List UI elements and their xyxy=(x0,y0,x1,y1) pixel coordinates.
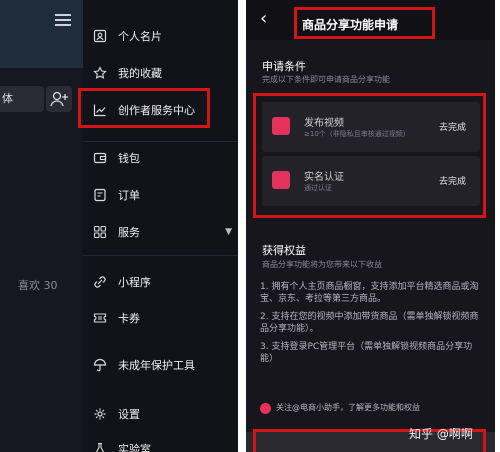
menu-item-label: 我的收藏 xyxy=(118,67,162,80)
left-app-panel: 体 喜欢 30 个人名片 我的收藏 创作者服务中心 钱包 订单 服务 ▼ 小程序… xyxy=(0,0,238,452)
menu-item-label: 个人名片 xyxy=(118,30,162,43)
conditions-subheading: 完成以下条件即可申请商品分享功能 xyxy=(262,75,390,84)
checkbox-checked[interactable] xyxy=(260,403,271,414)
follow-link[interactable]: 关注@电商小助手，了解更多功能和权益 xyxy=(276,402,420,413)
conditions-heading: 申请条件 xyxy=(262,60,306,73)
side-menu: 个人名片 我的收藏 创作者服务中心 xyxy=(83,0,238,452)
benefits-heading: 获得权益 xyxy=(262,244,306,257)
highlight-box-creator-center xyxy=(78,88,210,128)
likes-count[interactable]: 喜欢 30 xyxy=(18,277,58,293)
add-friend-icon[interactable] xyxy=(46,86,72,112)
benefit-item: 1. 拥有个人主页商品橱窗，支持添加平台精选商品或淘宝、京东、考拉等第三方商品。 xyxy=(260,282,479,304)
benefit-item: 2. 支持在您的视频中添加带货商品（需单独解锁视频商品分享功能）。 xyxy=(260,312,479,334)
menu-icon[interactable] xyxy=(55,14,71,28)
profile-field-text: 体 xyxy=(2,92,13,105)
menu-divider xyxy=(83,141,238,142)
profile-field: 体 xyxy=(0,86,44,112)
highlight-box-title xyxy=(294,7,435,39)
id-card-icon xyxy=(92,28,108,44)
right-app-panel: ‹ 商品分享功能申请 申请条件 完成以下条件即可申请商品分享功能 发布视频 ≥1… xyxy=(246,0,495,452)
star-icon xyxy=(92,65,108,81)
highlight-box-conditions xyxy=(253,93,486,218)
benefits-subheading: 商品分享功能将为您带来以下收益 xyxy=(262,260,382,269)
watermark: 知乎 @啊啊 xyxy=(409,427,473,441)
menu-item-favorites[interactable]: 我的收藏 xyxy=(83,58,238,88)
menu-item-business-card[interactable]: 个人名片 xyxy=(83,21,238,51)
profile-cover xyxy=(0,0,83,68)
back-arrow-icon[interactable]: ‹ xyxy=(260,10,267,28)
menu-divider xyxy=(83,255,238,256)
benefit-item: 3. 支持登录PC管理平台（需单独解锁视频商品分享功能） xyxy=(260,342,473,364)
